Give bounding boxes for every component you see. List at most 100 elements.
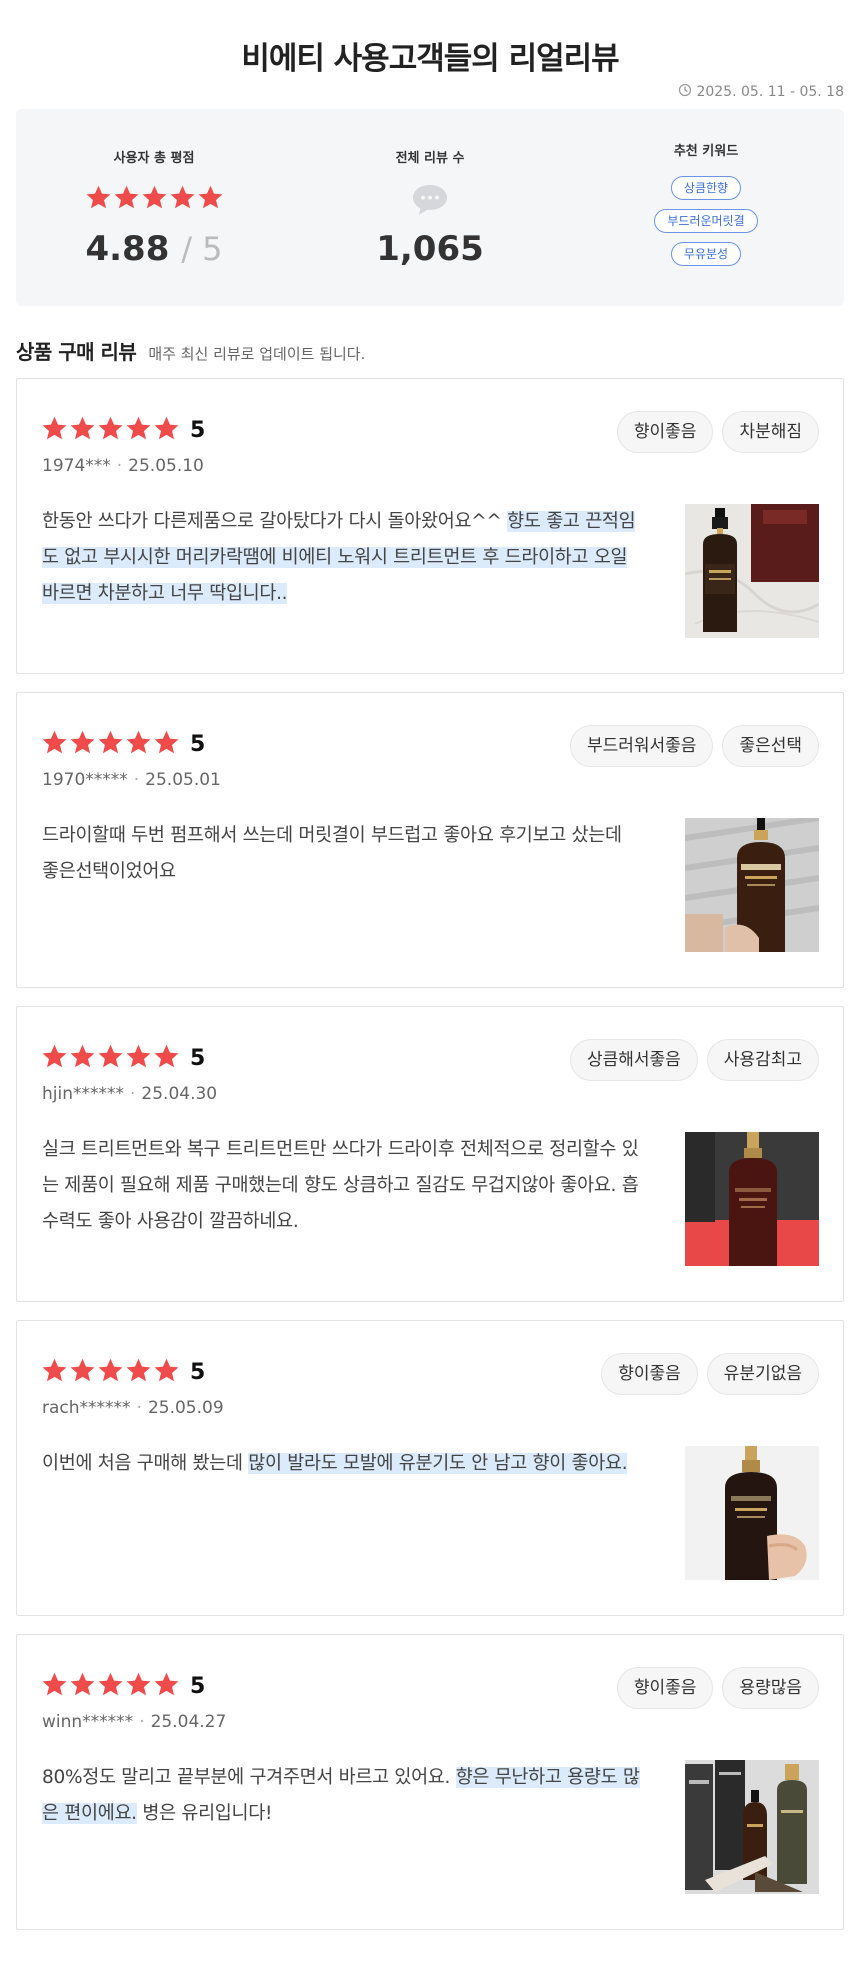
review-user: winn****** [42,1712,134,1732]
period-text: 2025. 05. 11 - 05. 18 [696,84,844,100]
review-tag: 상큼해서좋음 [569,1039,698,1081]
review-score: 5 [190,1046,206,1071]
review-stars: 5 [41,1357,205,1388]
star-icon [85,184,112,215]
review-stars: 5 [41,729,205,760]
review-photo[interactable] [685,818,819,952]
review-card[interactable]: 5 winn****** · 25.04.27 향이좋음 용량많음 80%정도 말리… [16,1634,844,1930]
review-tag: 부드러워서좋음 [569,725,714,767]
review-user: 1970***** [42,770,128,790]
star-icon [69,1357,96,1388]
review-text: 80%정도 말리고 끝부분에 구겨주면서 바르고 있어요. 향은 무난하고 용량… [42,1760,642,1832]
review-count-value: 1,065 [376,229,484,269]
star-icon [41,729,68,760]
review-photo[interactable] [685,1760,819,1894]
review-photo[interactable] [685,1132,819,1266]
review-tags: 향이좋음 차분해짐 [616,411,819,453]
review-score: 5 [190,418,206,443]
review-page: 비에티 사용고객들의 리얼리뷰 2025. 05. 11 - 05. 18 사용… [0,0,860,1965]
review-text-after: 병은 유리입니다! [136,1803,273,1824]
keyword-chip[interactable]: 무유분성 [670,242,742,266]
star-icon [153,1671,180,1702]
review-text-plain: 드라이할때 두번 펌프해서 쓰는데 머릿결이 부드럽고 좋아요 후기보고 샀는데… [42,825,622,882]
review-score: 5 [190,1674,206,1699]
review-score: 5 [190,1360,206,1385]
review-text: 한동안 쓰다가 다른제품으로 갈아탔다가 다시 돌아왔어요^^ 향도 좋고 끈적… [42,504,642,612]
review-tag: 좋은선택 [722,725,819,767]
star-icon [97,1357,124,1388]
rating-summary-panel: 사용자 총 평점 4.88 / 5 전체 리뷰 수 1,065 추천 키워드 상… [16,109,844,306]
review-period: 2025. 05. 11 - 05. 18 [678,83,844,101]
review-date: 25.05.10 [128,456,204,476]
star-icon [41,1043,68,1074]
overall-score-max: / 5 [181,230,223,268]
review-photo[interactable] [685,1446,819,1580]
star-icon [125,1043,152,1074]
review-tag: 사용감최고 [706,1039,819,1081]
review-meta: hjin****** · 25.04.30 [42,1084,218,1104]
star-icon [153,415,180,446]
overall-rating: 사용자 총 평점 4.88 / 5 [16,109,292,306]
review-tag: 용량많음 [722,1667,819,1709]
review-user: rach****** [42,1398,131,1418]
section-subtitle: 매주 최신 리뷰로 업데이트 됩니다. [148,345,366,363]
star-icon [125,1671,152,1702]
review-user: hjin****** [42,1084,124,1104]
review-count-label: 전체 리뷰 수 [395,151,465,166]
keywords-label: 추천 키워드 [673,144,739,159]
star-icon [97,729,124,760]
star-icon [69,415,96,446]
review-user: 1974*** [42,456,111,476]
review-date: 25.05.09 [147,1398,224,1418]
review-card[interactable]: 5 1970***** · 25.05.01 부드러워서좋음 좋은선택 드라이할때 … [16,692,844,988]
star-icon [141,184,168,215]
review-card[interactable]: 5 rach****** · 25.05.09 향이좋음 유분기없음 이번에 처음 … [16,1320,844,1616]
review-text-plain: 이번에 처음 구매해 봤는데 [42,1453,249,1474]
review-section-header: 상품 구매 리뷰 매주 최신 리뷰로 업데이트 됩니다. [16,336,365,365]
keyword-chip[interactable]: 부드러운머릿결 [654,209,758,233]
review-tags: 향이좋음 용량많음 [616,1667,819,1709]
overall-score-value: 4.88 [85,229,170,269]
star-icon [113,184,140,215]
star-icon [153,1043,180,1074]
review-tag: 차분해짐 [722,411,819,453]
review-date: 25.04.30 [141,1084,218,1104]
review-score: 5 [190,732,206,757]
page-title: 비에티 사용고객들의 리얼리뷰 [241,41,619,77]
star-icon [41,1671,68,1702]
star-icon [125,729,152,760]
star-icon [153,729,180,760]
star-icon [69,729,96,760]
review-text: 이번에 처음 구매해 봤는데 많이 발라도 모발에 유분기도 안 남고 향이 좋… [42,1446,642,1482]
star-icon [41,1357,68,1388]
star-icon [153,1357,180,1388]
review-meta: rach****** · 25.05.09 [42,1398,224,1418]
review-text: 드라이할때 두번 펌프해서 쓰는데 머릿결이 부드럽고 좋아요 후기보고 샀는데… [42,818,642,890]
review-text-plain: 한동안 쓰다가 다른제품으로 갈아탔다가 다시 돌아왔어요^^ [42,511,508,532]
keyword-chip[interactable]: 상큼한향 [670,176,742,200]
keyword-list: 상큼한향 부드러운머릿결 무유분성 [568,176,844,266]
star-icon [69,1043,96,1074]
star-icon [69,1671,96,1702]
review-card[interactable]: 5 hjin****** · 25.04.30 상큼해서좋음 사용감최고 실크 트리… [16,1006,844,1302]
review-date: 25.04.27 [150,1712,227,1732]
review-tags: 부드러워서좋음 좋은선택 [569,725,819,767]
review-meta: 1974*** · 25.05.10 [42,456,204,476]
review-stars: 5 [41,1043,205,1074]
star-icon [125,1357,152,1388]
section-title: 상품 구매 리뷰 [16,340,137,364]
overall-score: 4.88 / 5 [16,229,292,269]
recommended-keywords: 추천 키워드 상큼한향 부드러운머릿결 무유분성 [568,109,844,306]
review-list: 5 1974*** · 25.05.10 향이좋음 차분해짐 한동안 쓰다가 다른제… [16,378,844,1948]
review-date: 25.05.01 [145,770,221,790]
clock-icon [678,83,692,101]
star-icon [41,415,68,446]
review-card[interactable]: 5 1974*** · 25.05.10 향이좋음 차분해짐 한동안 쓰다가 다른제… [16,378,844,674]
star-icon [97,415,124,446]
star-icon [125,415,152,446]
review-photo[interactable] [685,504,819,638]
review-meta: 1970***** · 25.05.01 [42,770,221,790]
review-tag: 향이좋음 [616,1667,714,1709]
star-icon [197,184,224,215]
star-icon [169,184,196,215]
